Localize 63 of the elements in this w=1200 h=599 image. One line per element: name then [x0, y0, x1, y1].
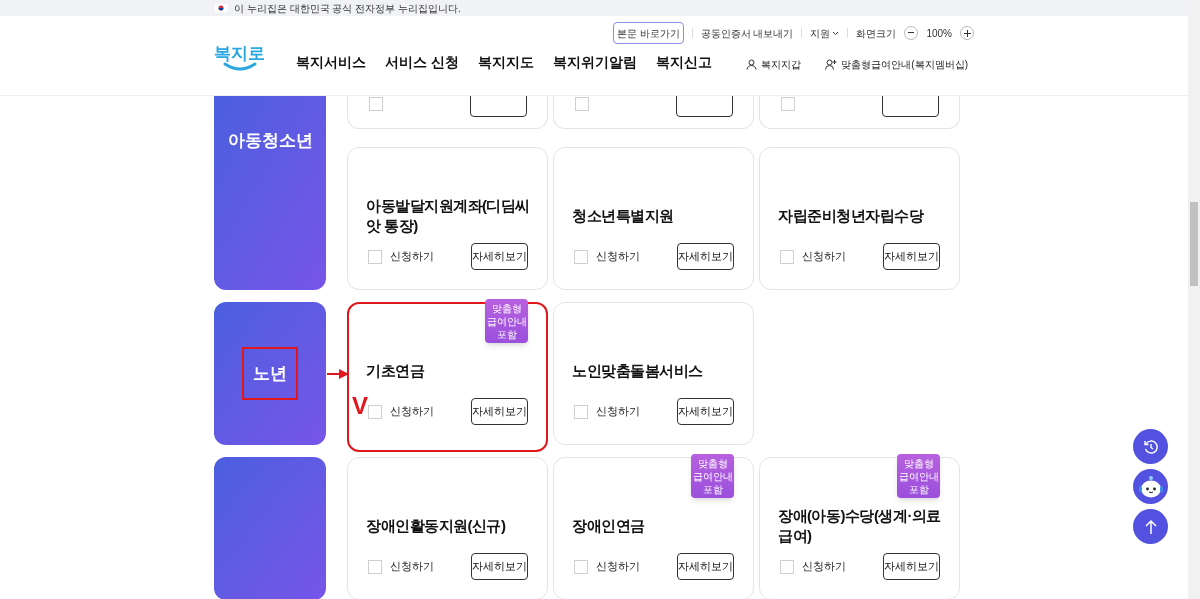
- apply-label: 신청하기: [390, 249, 434, 265]
- nav-link[interactable]: 복지신고: [655, 52, 712, 73]
- details-button[interactable]: 자세히보기: [677, 398, 734, 425]
- details-button[interactable]: 자세히보기: [677, 243, 734, 270]
- zoom-label: 화면크기: [856, 26, 897, 41]
- logo-smile-icon: [222, 62, 257, 72]
- history-icon: [1142, 438, 1159, 455]
- benefit-badge: 맞춤형 급여안내 포함: [691, 454, 734, 498]
- apply-label: 신청하기: [390, 404, 434, 420]
- details-button[interactable]: 자세히보기: [471, 553, 528, 580]
- checkbox[interactable]: [369, 96, 383, 111]
- support-dropdown[interactable]: 지원: [810, 25, 840, 41]
- category-label: 노년: [242, 346, 298, 401]
- apply-label: 신청하기: [596, 404, 640, 420]
- nav-link[interactable]: 복지위기알림: [552, 52, 637, 73]
- chatbot-button[interactable]: [1133, 469, 1168, 504]
- details-button[interactable]: 자세히보기: [883, 243, 940, 270]
- service-title: 장애인활동지원(신규): [366, 516, 506, 536]
- service-title: 자립준비청년자립수당: [778, 206, 923, 226]
- cert-export-link[interactable]: 공동인증서 내보내기: [700, 25, 794, 41]
- flag-icon: [214, 3, 228, 13]
- scrollbar[interactable]: [1188, 0, 1200, 599]
- chevron-down-icon: [832, 30, 840, 36]
- benefit-badge: 맞춤형 급여안내 포함: [485, 299, 528, 343]
- apply-label: 신청하기: [596, 249, 640, 265]
- robot-mascot-icon: [1137, 474, 1164, 499]
- details-button[interactable]: 자세히보기: [471, 243, 528, 270]
- skip-link[interactable]: 본문 바로가기: [612, 22, 684, 44]
- arrow-up-icon: [1143, 518, 1158, 535]
- zoom-value: 100%: [926, 26, 952, 41]
- apply-label: 신청하기: [802, 559, 846, 575]
- details-button[interactable]: 자세히보기: [883, 553, 940, 580]
- wallet-link[interactable]: 복지지갑: [746, 57, 802, 72]
- membership-link[interactable]: 맞춤형급여안내(복지멤버십): [825, 57, 968, 72]
- check-annotation: V: [352, 394, 367, 418]
- service-title: 장애인연금: [572, 516, 645, 536]
- user-plus-icon: [825, 59, 838, 70]
- nav-link[interactable]: 복지서비스: [296, 52, 366, 73]
- plus-icon: [963, 29, 971, 37]
- history-button[interactable]: [1133, 429, 1168, 464]
- nav-link[interactable]: 복지지도: [477, 52, 534, 73]
- apply-label: 신청하기: [596, 559, 640, 575]
- details-button[interactable]: 자세히보기: [471, 398, 528, 425]
- service-title: 청소년특별지원: [572, 206, 674, 226]
- scroll-top-button[interactable]: [1133, 509, 1168, 544]
- benefit-badge: 맞춤형 급여안내 포함: [897, 454, 940, 498]
- gov-notice: 이 누리집은 대한민국 공식 전자정부 누리집입니다.: [234, 1, 461, 16]
- apply-label: 신청하기: [390, 559, 434, 575]
- user-icon: [746, 59, 758, 70]
- nav-link[interactable]: 서비스 신청: [385, 52, 459, 73]
- service-title: 노인맞춤돌봄서비스: [572, 361, 703, 381]
- details-button[interactable]: 자세히보기: [677, 553, 734, 580]
- details-button[interactable]: [470, 96, 527, 117]
- details-button[interactable]: [882, 96, 939, 117]
- minus-icon: [908, 32, 915, 34]
- details-button[interactable]: [676, 96, 733, 117]
- service-title: 기초연금: [366, 361, 424, 381]
- service-title: 장애(아동)수당(생계·의료급여): [778, 506, 942, 546]
- checkbox[interactable]: [575, 96, 589, 111]
- category-label: 아동청소년: [227, 130, 313, 152]
- service-title: 아동발달지원계좌(디딤씨앗 통장): [366, 196, 531, 236]
- apply-label: 신청하기: [802, 249, 846, 265]
- checkbox[interactable]: [781, 96, 795, 111]
